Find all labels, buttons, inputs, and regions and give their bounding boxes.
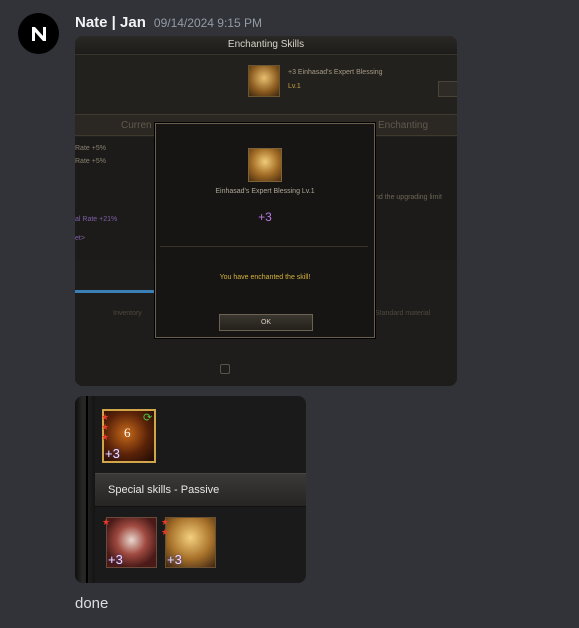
stat-line: Rate +5%: [75, 158, 106, 165]
logo-icon: [31, 26, 46, 41]
enchant-badge: +3: [105, 446, 120, 461]
inventory-label: Inventory: [113, 310, 142, 317]
stat-line: Rate +5%: [75, 145, 106, 152]
tab-enchanting: Enchanting: [378, 120, 429, 131]
star-icon: ★: [101, 432, 110, 442]
window-title: Enchanting Skills: [75, 36, 457, 55]
star-icon: ★: [101, 412, 110, 422]
settings-icon: [220, 364, 230, 374]
panel-button: [438, 81, 457, 97]
message-header: Nate | Jan 09/14/2024 9:15 PM: [75, 14, 262, 31]
skill-name-small: +3 Einhasad's Expert Blessing: [288, 69, 383, 76]
star-icon: ★: [161, 517, 170, 527]
star-icon: ★: [102, 517, 111, 527]
skill-icon: [248, 148, 282, 182]
star-icon: ★: [101, 422, 110, 432]
message-text: done: [75, 595, 109, 612]
material-label: Standard material: [375, 310, 431, 317]
frame-rail-line: [86, 396, 88, 583]
message-timestamp: 09/14/2024 9:15 PM: [153, 16, 262, 30]
dialog-skill-name: Einhasad's Expert Blessing Lv.1: [215, 188, 315, 195]
avatar[interactable]: [18, 13, 59, 54]
dialog-level: +3: [258, 210, 272, 224]
enchant-badge: +3: [108, 552, 123, 567]
refresh-icon: ⟳: [143, 412, 153, 424]
skill-level-small: Lv.1: [288, 83, 301, 90]
skill-level-number: 6: [124, 425, 131, 440]
image-attachment-enchanting[interactable]: Enchanting Skills +3 Einhasad's Expert B…: [75, 36, 457, 386]
dialog-message: You have enchanted the skill!: [219, 274, 311, 281]
section-label: Special skills - Passive: [108, 484, 220, 496]
star-icon: ★: [161, 527, 170, 537]
author-name[interactable]: Nate | Jan: [75, 14, 146, 31]
enchant-result-dialog: Einhasad's Expert Blessing Lv.1 +3 You h…: [155, 123, 375, 338]
upgrade-limit-text: nd the upgrading limit: [375, 194, 442, 201]
image-attachment-skills[interactable]: ★ ★ ★ ⟳ 6 +3 Special skills - Passive ★ …: [75, 396, 306, 583]
stat-line: al Rate +21%: [75, 216, 118, 223]
progress-bar: [75, 290, 155, 293]
frame-rail: [75, 396, 95, 583]
divider: [160, 246, 368, 247]
stat-line: et>: [75, 235, 85, 242]
tab-current: Curren: [121, 120, 152, 131]
enchant-badge: +3: [167, 552, 182, 567]
ok-button: OK: [219, 314, 313, 331]
skill-thumbnail: [248, 65, 280, 97]
